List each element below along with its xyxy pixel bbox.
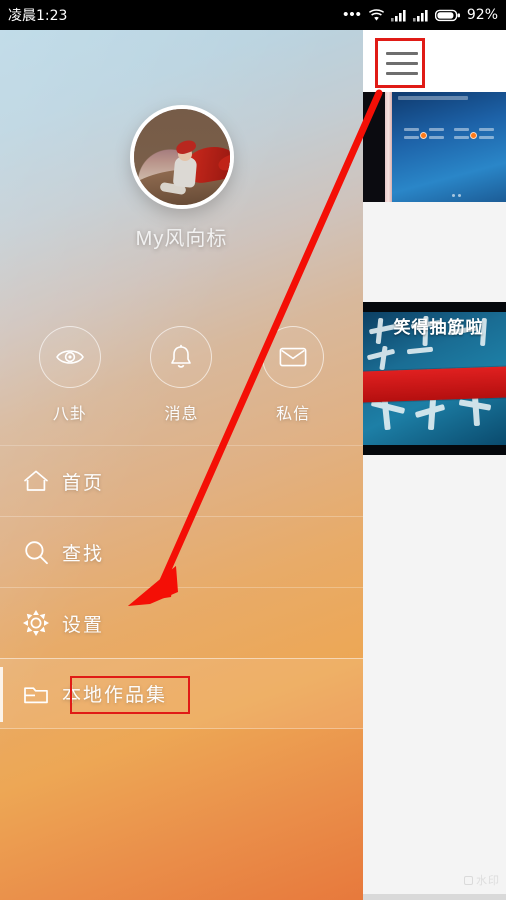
home-icon	[22, 468, 62, 494]
quick-action-direct-message[interactable]: 私信	[250, 326, 336, 424]
quick-action-messages[interactable]: 消息	[138, 326, 224, 424]
gear-icon	[22, 609, 62, 637]
letterbox-top	[363, 302, 506, 312]
quick-action-label: 消息	[164, 406, 199, 423]
hamburger-bar	[386, 52, 418, 55]
thumb-status-row	[398, 96, 468, 100]
navigation-drawer: My风向标 八卦 消息 私信 首页 查找 设置 本地作品集	[0, 30, 363, 900]
sidebar-item-label: 首页	[62, 472, 105, 494]
search-icon	[22, 538, 62, 566]
sidebar-item-settings[interactable]: 设置	[0, 587, 363, 658]
folder-icon	[22, 681, 62, 707]
hamburger-bar	[386, 72, 418, 75]
bell-icon	[150, 326, 213, 388]
avatar[interactable]	[129, 105, 234, 209]
quick-action-bagua[interactable]: 八卦	[27, 326, 113, 424]
eye-icon	[38, 326, 101, 388]
watermark: 水印	[464, 872, 500, 888]
quick-action-label: 私信	[276, 406, 311, 423]
phone-homescreen-thumbnail[interactable]	[363, 92, 506, 202]
battery-icon	[434, 9, 460, 21]
sidebar-item-label: 设置	[62, 614, 105, 636]
video-cover-caption: 笑得抽筋啦	[393, 318, 484, 337]
watermark-label: 水印	[476, 875, 500, 887]
hamburger-menu-icon[interactable]	[375, 38, 425, 88]
profile-header: My风向标	[0, 30, 363, 295]
drawer-menu: 首页 查找 设置 本地作品集	[0, 445, 363, 729]
sidebar-item-label: 查找	[62, 543, 105, 565]
profile-username[interactable]: My风向标	[0, 222, 363, 251]
screen: 凌晨1:23 ••• 92% 笑得抽筋啦 水印 My风向标 八卦 消息 私信 首…	[0, 0, 506, 900]
sidebar-item-search[interactable]: 查找	[0, 516, 363, 587]
hamburger-bar	[386, 62, 418, 65]
status-bar-indicators: ••• 92%	[343, 7, 498, 23]
status-bar-clock: 凌晨1:23	[8, 8, 68, 24]
signal-bars-icon	[412, 9, 428, 21]
avatar-image	[133, 109, 230, 205]
overflow-dots-icon: •••	[343, 6, 362, 23]
app-icon-grid	[400, 126, 500, 139]
video-cover-image: 笑得抽筋啦	[363, 312, 506, 445]
sidebar-item-local-collection[interactable]: 本地作品集	[0, 658, 363, 729]
envelope-icon	[262, 326, 325, 388]
app-top-bar	[363, 30, 506, 92]
quick-actions-row: 八卦 消息 私信	[0, 326, 363, 424]
phone-bezel	[385, 92, 392, 202]
highlight-box-local-collection	[70, 676, 190, 714]
signal-bars-icon	[390, 9, 406, 21]
bottom-divider	[363, 894, 506, 900]
wifi-icon	[368, 8, 384, 21]
phone-screen	[392, 92, 506, 202]
battery-percent-label: 92%	[466, 7, 498, 23]
quick-action-label: 八卦	[52, 406, 87, 423]
watermark-icon	[464, 875, 473, 885]
sidebar-item-home[interactable]: 首页	[0, 445, 363, 516]
content-panel: 笑得抽筋啦 水印	[363, 30, 506, 900]
letterbox-bottom	[363, 445, 506, 455]
page-dots	[452, 184, 472, 197]
status-bar: 凌晨1:23 ••• 92%	[0, 0, 506, 30]
video-cover-thumbnail[interactable]: 笑得抽筋啦	[363, 302, 506, 455]
caption-banner	[363, 366, 506, 403]
